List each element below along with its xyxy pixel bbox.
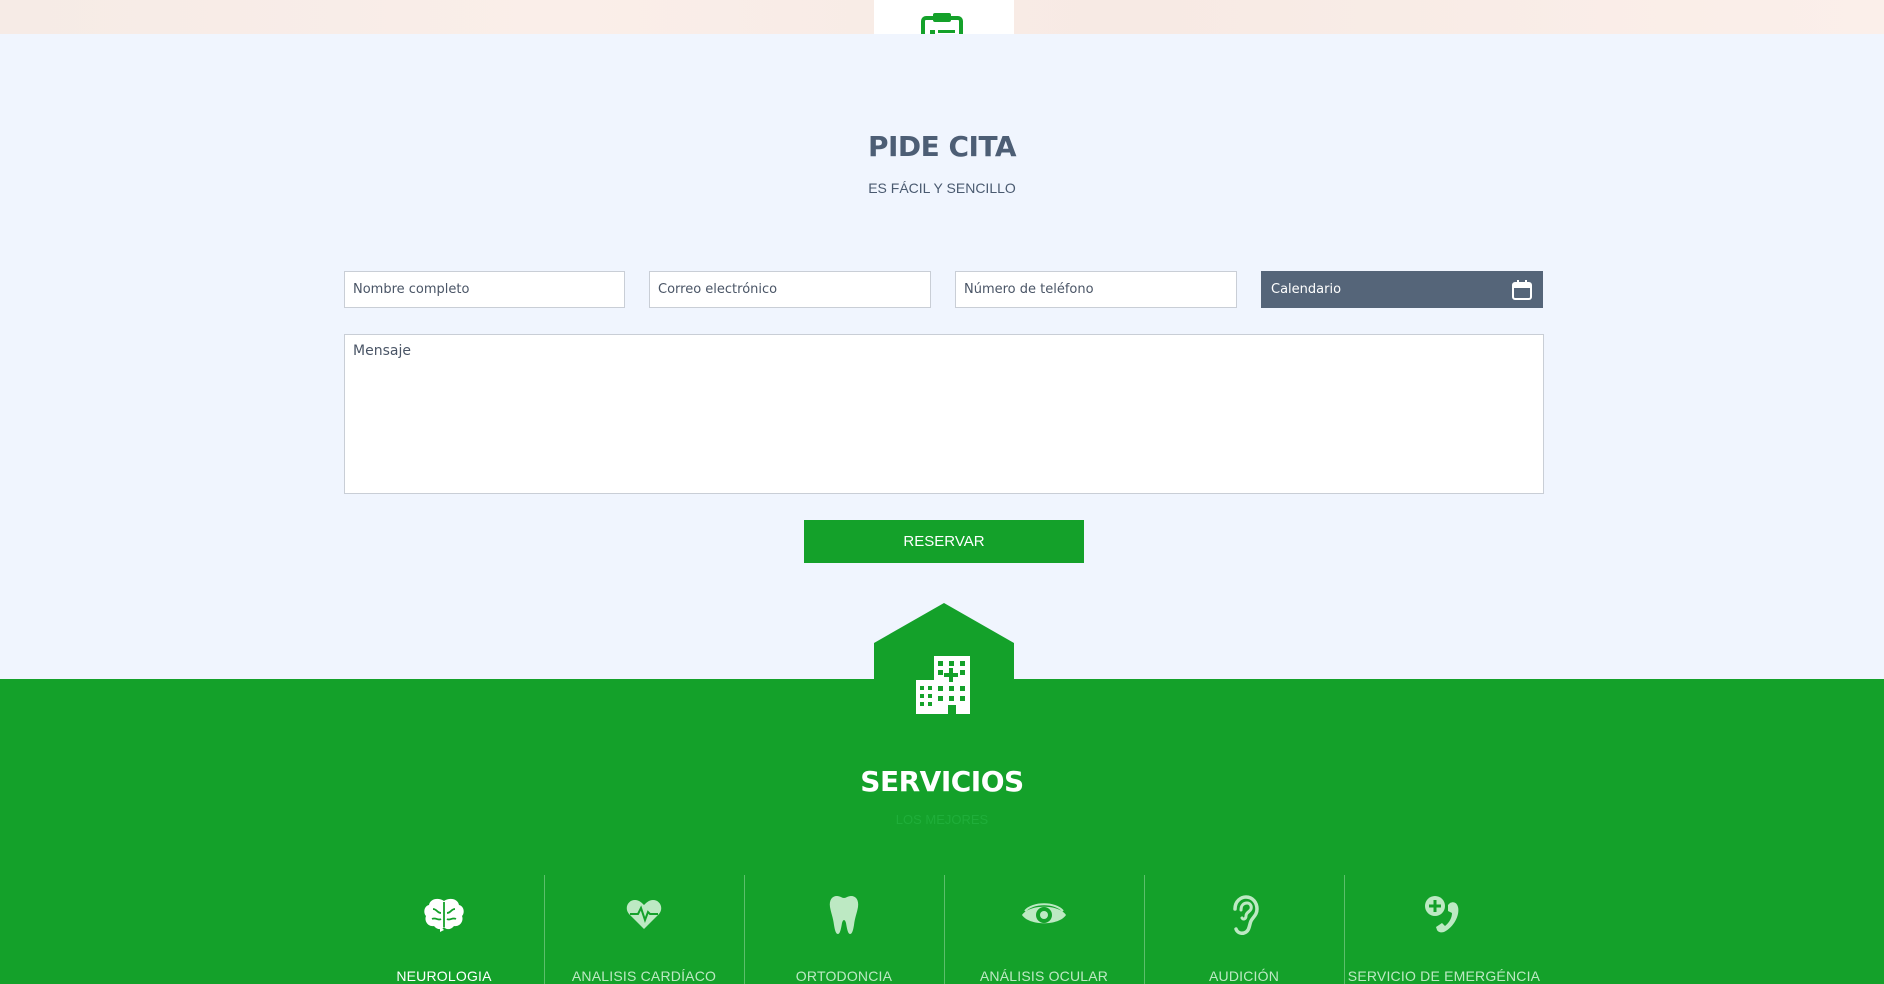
eye-icon	[1022, 903, 1066, 924]
service-neurologia[interactable]: NEUROLOGIA	[344, 875, 544, 984]
heart-pulse-icon	[626, 900, 662, 929]
full-name-input[interactable]	[344, 271, 625, 308]
calendar-picker[interactable]: Calendario	[1261, 271, 1543, 308]
service-emergencia[interactable]: SERVICIO DE EMERGÉNCIA	[1344, 875, 1544, 984]
calendar-icon[interactable]	[1511, 279, 1533, 301]
phone-input[interactable]	[955, 271, 1237, 308]
email-input[interactable]	[649, 271, 931, 308]
services-subtitle: LOS MEJORES	[895, 812, 989, 827]
emergency-phone-icon	[1425, 896, 1459, 933]
calendar-label: Calendario	[1271, 282, 1342, 297]
service-label: NEUROLOGIA	[396, 968, 492, 984]
reserve-button[interactable]: RESERVAR	[804, 520, 1084, 563]
tooth-icon	[829, 896, 859, 934]
service-label: AUDICIÓN	[1208, 968, 1280, 984]
appointment-subtitle: ES FÁCIL Y SENCILLO	[868, 180, 1016, 196]
service-analisis-cardiaco[interactable]: ANALISIS CARDÍACO	[544, 875, 744, 984]
ear-icon	[1233, 895, 1259, 935]
hospital-icon	[916, 656, 970, 714]
service-label: ANÁLISIS OCULAR	[979, 968, 1109, 984]
services-title: SERVICIOS	[860, 765, 1024, 798]
service-analisis-ocular[interactable]: ANÁLISIS OCULAR	[944, 875, 1144, 984]
brain-icon	[424, 898, 464, 932]
message-textarea[interactable]	[344, 334, 1544, 494]
service-label: ANALISIS CARDÍACO	[571, 968, 717, 984]
service-audicion[interactable]: AUDICIÓN	[1144, 875, 1344, 984]
service-label: SERVICIO DE EMERGÉNCIA	[1347, 968, 1541, 984]
appointment-title: PIDE CITA	[867, 130, 1017, 163]
service-label: ORTODONCIA	[795, 968, 893, 984]
service-ortodoncia[interactable]: ORTODONCIA	[744, 875, 944, 984]
